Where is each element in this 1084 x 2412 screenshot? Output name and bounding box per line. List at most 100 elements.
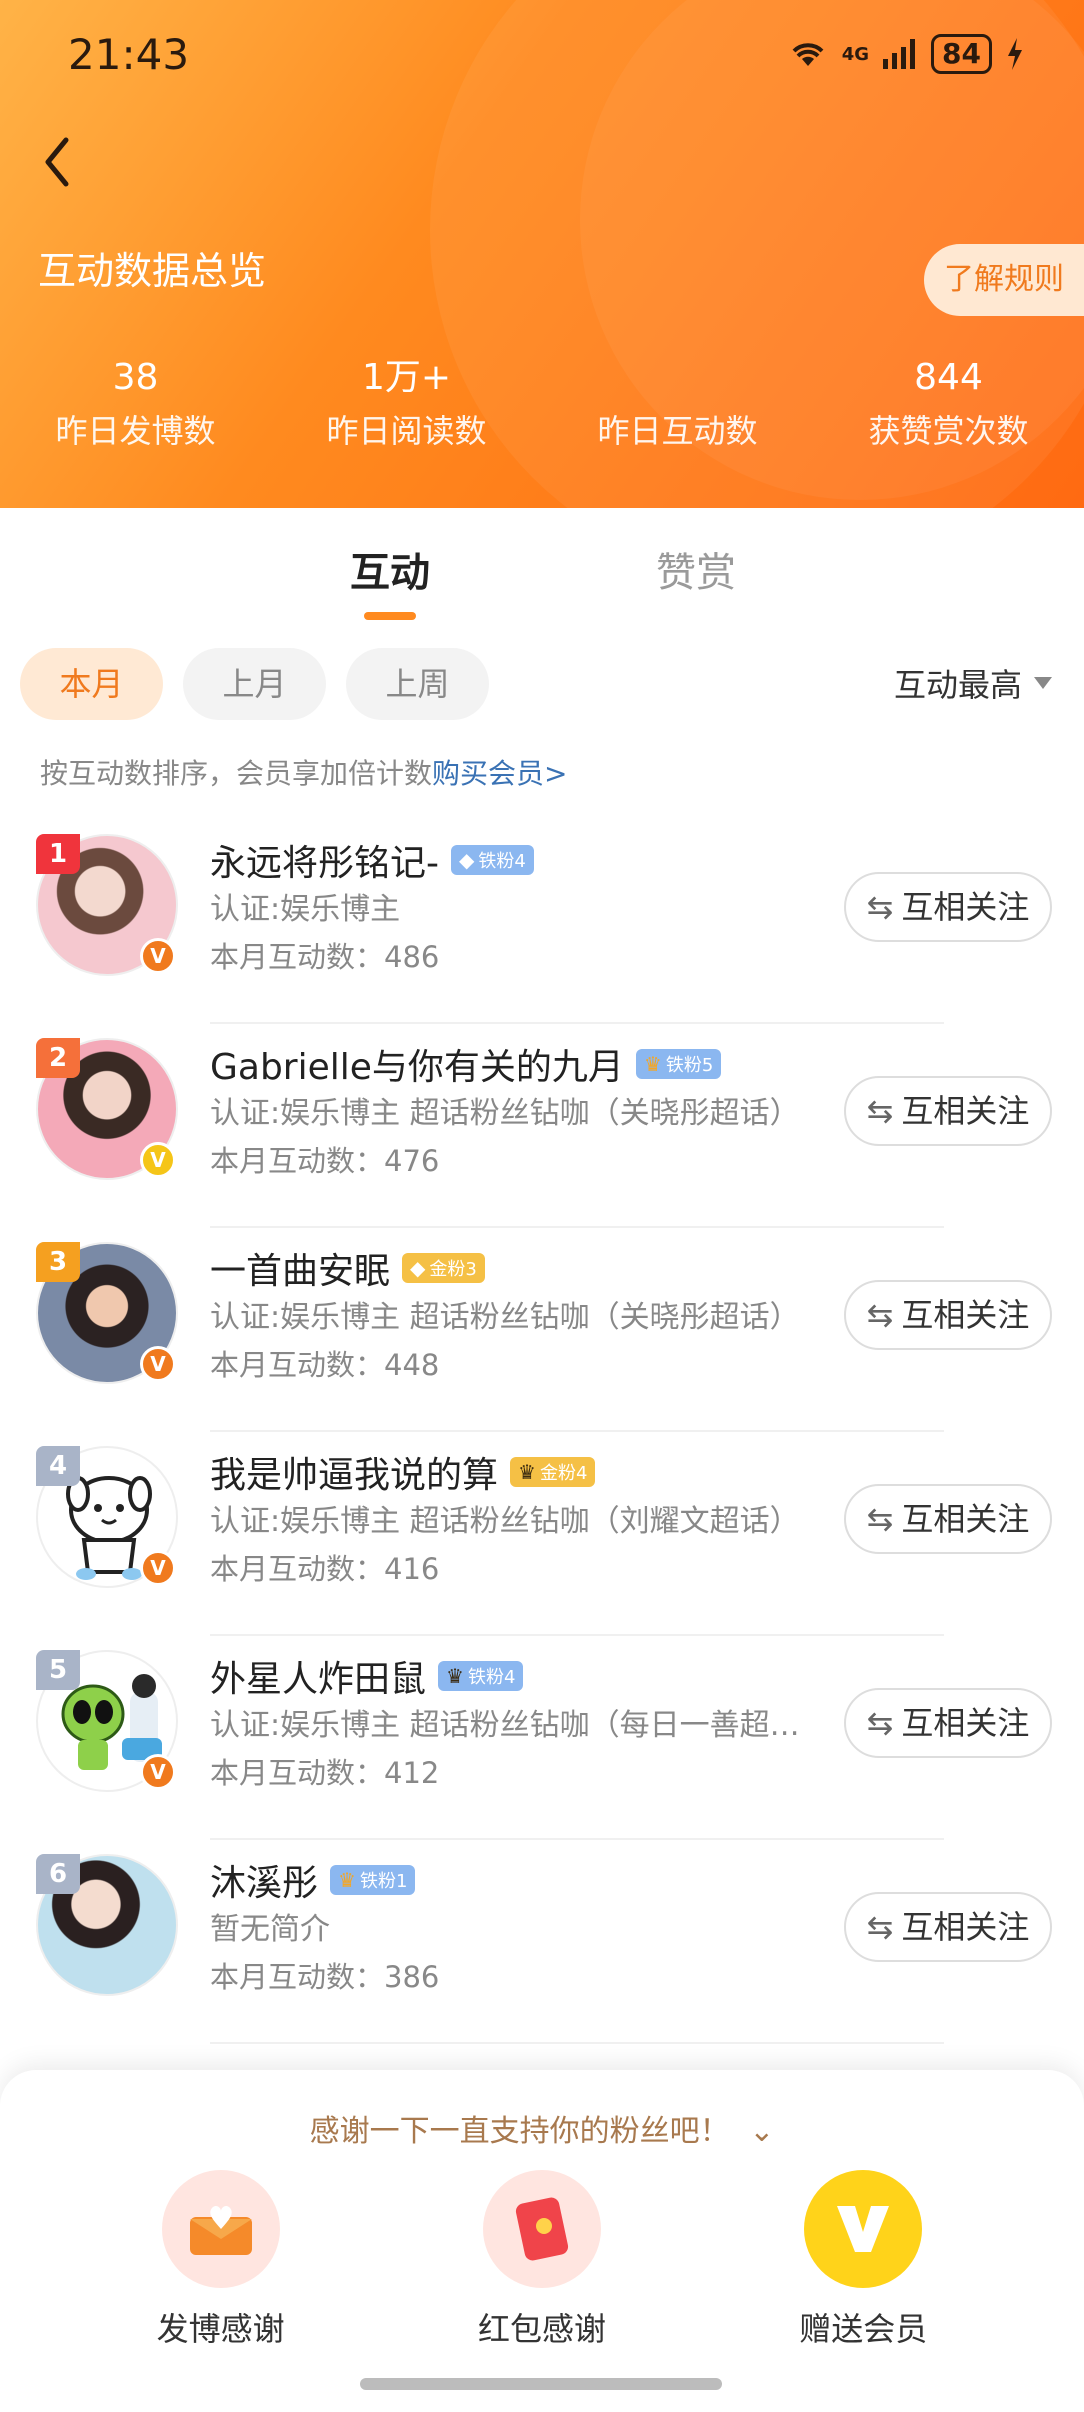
user-name[interactable]: 永远将彤铭记- [210,834,439,886]
diamond-icon: ◆ [459,848,475,872]
swap-arrows-icon: ⇆ [866,1092,894,1130]
rank-badge: 4 [36,1446,80,1486]
fan-level-label: 金粉3 [429,1259,477,1280]
fan-level-badge: ♛ 铁粉4 [438,1661,524,1691]
follow-label: 互相关注 [901,888,1030,926]
rank-badge: 5 [36,1650,80,1690]
rank-badge: 3 [36,1242,80,1282]
user-name[interactable]: 我是帅逼我说的算 [210,1446,498,1498]
user-name[interactable]: Gabrielle与你有关的九月 [210,1038,624,1090]
tab-rewards[interactable]: 赞赏 [656,540,736,598]
swap-arrows-icon: ⇆ [866,1704,894,1742]
interaction-count: 本月互动数：486 [210,940,440,974]
certification: 暂无简介 [210,1912,330,1947]
home-indicator[interactable] [360,2378,722,2390]
sort-dropdown[interactable]: 互动最高 [894,660,1052,706]
action-label: 红包感谢 [477,2310,606,2348]
stat-label: 昨日发博数 [55,412,216,450]
mutual-follow-button[interactable]: ⇆ 互相关注 [844,872,1052,942]
buy-vip-link[interactable]: 购买会员> [432,757,567,790]
thanks-toggle[interactable]: 感谢一下一直支持你的粉丝吧！ ⌄ [0,2106,1084,2150]
interaction-count: 本月互动数：476 [210,1144,440,1178]
interaction-count: 本月互动数：448 [210,1348,440,1382]
stat-interactions: 昨日互动数 [542,350,813,456]
stat-label: 昨日阅读数 [326,412,487,450]
chip-last-month[interactable]: 上月 [183,648,326,720]
fan-level-badge: ♛ 金粉4 [510,1457,596,1487]
chip-this-month[interactable]: 本月 [20,648,163,720]
crown-icon: ♛ [643,1052,662,1076]
action-label: 发博感谢 [156,2310,285,2348]
follow-label: 互相关注 [901,1296,1030,1334]
fan-level-badge: ♛ 铁粉1 [330,1865,416,1895]
status-time: 21:43 [68,30,190,79]
mutual-follow-button[interactable]: ⇆ 互相关注 [844,1688,1052,1758]
back-arrow-icon[interactable] [34,132,94,192]
post-thanks-button[interactable]: 发博感谢 [91,2170,351,2350]
mutual-follow-button[interactable]: ⇆ 互相关注 [844,1892,1052,1962]
header-banner: 21:43 4G 84 互动数据总览 了解规则 38 昨日发博数 1万+ 昨日阅 [0,0,1084,508]
rank-badge: 1 [36,834,80,874]
network-label: 4G [841,43,870,65]
list-item[interactable]: 5 V 外星人炸田鼠 ♛ 铁粉4 认证:娱乐博主 超话粉丝钻咖（每日一善超… 本… [0,1636,1084,1840]
fan-level-badge: ◆ 铁粉4 [451,845,534,875]
swap-arrows-icon: ⇆ [866,1500,894,1538]
stats-row: 38 昨日发博数 1万+ 昨日阅读数 昨日互动数 844 获赞赏次数 [0,350,1084,456]
stat-label: 昨日互动数 [597,412,758,450]
mutual-follow-button[interactable]: ⇆ 互相关注 [844,1484,1052,1554]
mutual-follow-button[interactable]: ⇆ 互相关注 [844,1280,1052,1350]
stat-value: 844 [914,357,983,398]
rank-badge: 6 [36,1854,80,1894]
interaction-count: 本月互动数：386 [210,1960,440,1994]
user-name[interactable]: 沐溪彤 [210,1854,318,1906]
user-name[interactable]: 一首曲安眠 [210,1242,390,1294]
certification: 认证:娱乐博主 超话粉丝钻咖（每日一善超… [210,1708,800,1743]
list-item[interactable]: 1 V 永远将彤铭记- ◆ 铁粉4 认证:娱乐博主 本月互动数：486 ⇆ 互相关… [0,820,1084,1024]
gift-vip-button[interactable]: 赠送会员 [733,2170,993,2350]
action-label: 赠送会员 [799,2310,928,2348]
crown-icon: ♛ [446,1664,464,1688]
divider [210,2042,944,2044]
wifi-icon [792,43,824,66]
battery-indicator: 84 [931,34,992,74]
list-item[interactable]: 2 V Gabrielle与你有关的九月 ♛ 铁粉5 认证:娱乐博主 超话粉丝钻… [0,1024,1084,1228]
name-line: 永远将彤铭记- ◆ 铁粉4 [210,834,534,886]
fan-level-label: 铁粉5 [665,1055,714,1076]
stat-value [542,350,813,406]
tab-interaction[interactable]: 互动 [350,540,430,598]
red-packet-thanks-button[interactable]: 红包感谢 [412,2170,672,2350]
thanks-panel: 感谢一下一直支持你的粉丝吧！ ⌄ 发博感谢 红包感谢 赠送会员 [0,2070,1084,2412]
stat-reads: 1万+ 昨日阅读数 [271,350,542,456]
name-line: 我是帅逼我说的算 ♛ 金粉4 [210,1446,596,1498]
vip-icon [804,2170,923,2288]
list-item[interactable]: 3 V 一首曲安眠 ◆ 金粉3 认证:娱乐博主 超话粉丝钻咖（关晓彤超话） 本月… [0,1228,1084,1432]
list-item[interactable]: 4 V 我是帅逼我说的算 ♛ 金粉4 认证:娱乐博主 超话粉丝钻咖（刘耀文超话）… [0,1432,1084,1636]
name-line: 外星人炸田鼠 ♛ 铁粉4 [210,1650,524,1702]
page-title: 互动数据总览 [38,249,267,293]
fan-level-badge: ◆ 金粉3 [402,1253,485,1283]
certification: 认证:娱乐博主 超话粉丝钻咖（刘耀文超话） [210,1504,800,1539]
stat-value: 1万+ [361,357,452,398]
list-item[interactable]: 6 沐溪彤 ♛ 铁粉1 暂无简介 本月互动数：386 ⇆ 互相关注 [0,1840,1084,2044]
tab-bar: 互动 赞赏 [0,540,1084,620]
swap-arrows-icon: ⇆ [866,1296,894,1334]
verified-icon: V [140,1346,176,1382]
interaction-count: 本月互动数：416 [210,1552,440,1586]
stat-value: 38 [112,357,159,398]
certification: 认证:娱乐博主 超话粉丝钻咖（关晓彤超话） [210,1300,800,1335]
name-line: 一首曲安眠 ◆ 金粉3 [210,1242,485,1294]
thanks-actions: 发博感谢 红包感谢 赠送会员 [0,2170,1084,2350]
user-name[interactable]: 外星人炸田鼠 [210,1650,426,1702]
envelope-heart-icon [161,2170,280,2288]
rules-button[interactable]: 了解规则 [924,244,1084,316]
mutual-follow-button[interactable]: ⇆ 互相关注 [844,1076,1052,1146]
crown-icon: ♛ [338,1868,356,1892]
tab-indicator [364,612,416,620]
verified-icon: V [140,938,176,974]
fan-level-label: 铁粉1 [359,1871,408,1892]
fan-level-label: 铁粉4 [478,851,526,872]
certification: 认证:娱乐博主 [210,892,401,927]
verified-icon: V [140,1550,176,1586]
chip-last-week[interactable]: 上周 [346,648,489,720]
charging-icon [1008,38,1022,70]
